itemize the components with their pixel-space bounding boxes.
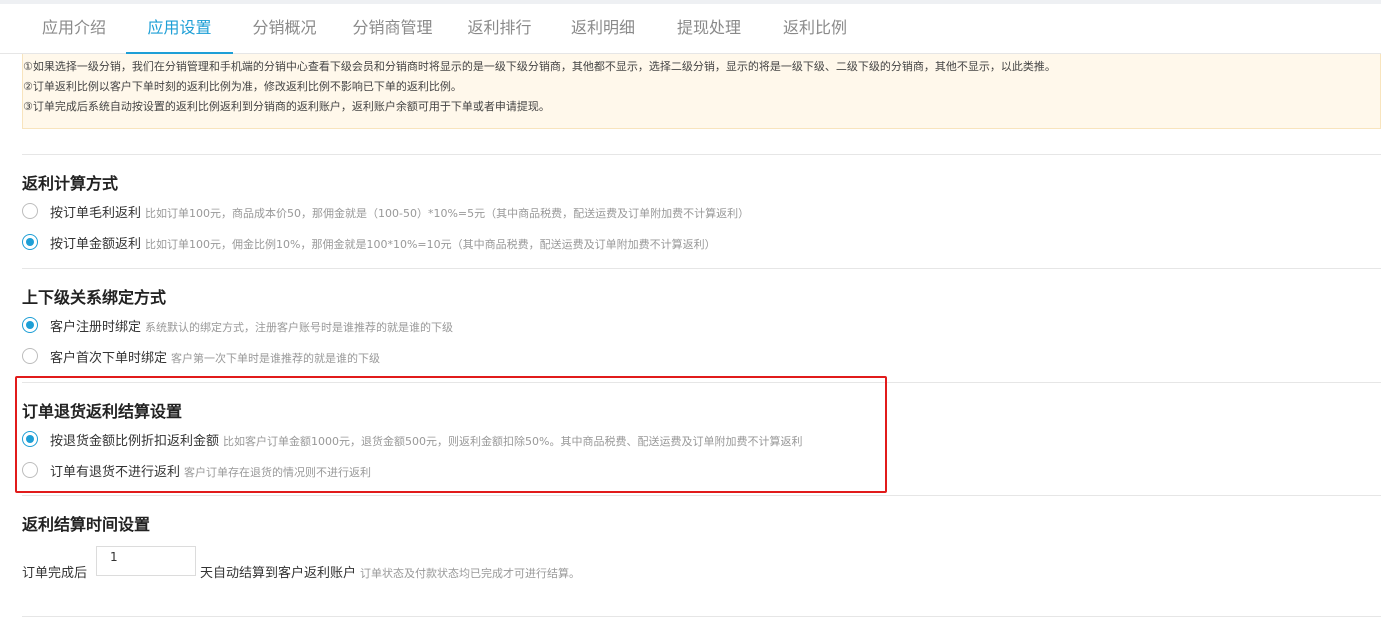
notice-box: ①如果选择一级分销，我们在分销管理和手机端的分销中心查看下级会员和分销商时将显示… <box>22 54 1381 129</box>
settle-hint: 订单状态及付款状态均已完成才可进行结算。 <box>360 567 581 580</box>
tab-withdraw-processing[interactable]: 提现处理 <box>656 4 762 54</box>
section-divider <box>22 495 1381 496</box>
option-label: 客户注册时绑定 <box>50 320 142 335</box>
section-divider <box>22 616 1381 617</box>
return-settlement-title: 订单退货返利结算设置 <box>22 402 183 421</box>
settle-days-input[interactable] <box>96 546 196 576</box>
tab-rebate-ratio[interactable]: 返利比例 <box>762 4 868 54</box>
tab-rebate-details[interactable]: 返利明细 <box>550 4 656 54</box>
calc-method-title: 返利计算方式 <box>22 174 119 193</box>
radio-gross-profit[interactable] <box>22 203 38 219</box>
option-label: 按订单毛利返利 <box>50 206 142 221</box>
option-label: 按退货金额比例折扣返利金额 <box>50 434 220 449</box>
option-hint: 比如订单100元，商品成本价50，那佣金就是（100-50）*10%=5元（其中… <box>145 207 750 220</box>
option-hint: 客户第一次下单时是谁推荐的就是谁的下级 <box>171 352 381 365</box>
tab-app-intro[interactable]: 应用介绍 <box>22 4 126 54</box>
radio-return-no-rebate[interactable] <box>22 462 38 478</box>
settle-suffix-text: 天自动结算到客户返利账户 <box>200 566 357 581</box>
option-label: 客户首次下单时绑定 <box>50 351 168 366</box>
calc-option-gross-profit-text: 按订单毛利返利 比如订单100元，商品成本价50，那佣金就是（100-50）*10… <box>50 202 749 221</box>
option-hint: 比如客户订单金额1000元，退货金额500元，则返利金额扣除50%。其中商品税费… <box>223 435 803 448</box>
return-option-proportional-text: 按退货金额比例折扣返利金额 比如客户订单金额1000元，退货金额500元，则返利金… <box>50 430 802 449</box>
binding-option-first-order-text: 客户首次下单时绑定 客户第一次下单时是谁推荐的就是谁的下级 <box>50 347 380 366</box>
settle-suffix-label: 天自动结算到客户返利账户 订单状态及付款状态均已完成才可进行结算。 <box>200 562 580 581</box>
tab-bar: 应用介绍 应用设置 分销概况 分销商管理 返利排行 返利明细 提现处理 返利比例 <box>0 4 1381 54</box>
return-option-no-rebate-text: 订单有退货不进行返利 客户订单存在退货的情况则不进行返利 <box>50 461 371 480</box>
radio-order-amount[interactable] <box>22 234 38 250</box>
tab-rebate-ranking[interactable]: 返利排行 <box>449 4 550 54</box>
radio-return-proportional[interactable] <box>22 431 38 447</box>
tab-distribution-overview[interactable]: 分销概况 <box>233 4 336 54</box>
section-divider <box>22 268 1381 269</box>
calc-option-order-amount-text: 按订单金额返利 比如订单100元，佣金比例10%，那佣金就是100*10%=10元… <box>50 233 716 252</box>
option-hint: 比如订单100元，佣金比例10%，那佣金就是100*10%=10元（其中商品税费… <box>145 238 716 251</box>
radio-bind-first-order[interactable] <box>22 348 38 364</box>
section-divider <box>22 154 1381 155</box>
radio-bind-register[interactable] <box>22 317 38 333</box>
settle-time-title: 返利结算时间设置 <box>22 515 151 534</box>
option-label: 订单有退货不进行返利 <box>50 465 181 480</box>
notice-line-1: ①如果选择一级分销，我们在分销管理和手机端的分销中心查看下级会员和分销商时将显示… <box>23 60 1056 73</box>
option-label: 按订单金额返利 <box>50 237 142 252</box>
tab-app-settings[interactable]: 应用设置 <box>126 4 233 54</box>
binding-option-register-text: 客户注册时绑定 系统默认的绑定方式，注册客户账号时是谁推荐的就是谁的下级 <box>50 316 453 335</box>
option-hint: 系统默认的绑定方式，注册客户账号时是谁推荐的就是谁的下级 <box>145 321 454 334</box>
binding-method-title: 上下级关系绑定方式 <box>22 288 167 307</box>
tab-distributor-management[interactable]: 分销商管理 <box>336 4 449 54</box>
notice-line-3: ③订单完成后系统自动按设置的返利比例返利到分销商的返利账户，返利账户余额可用于下… <box>23 100 550 113</box>
option-hint: 客户订单存在退货的情况则不进行返利 <box>184 466 372 479</box>
settle-prefix-label: 订单完成后 <box>22 566 88 581</box>
notice-line-2: ②订单返利比例以客户下单时刻的返利比例为准，修改返利比例不影响已下单的返利比例。 <box>23 80 462 93</box>
